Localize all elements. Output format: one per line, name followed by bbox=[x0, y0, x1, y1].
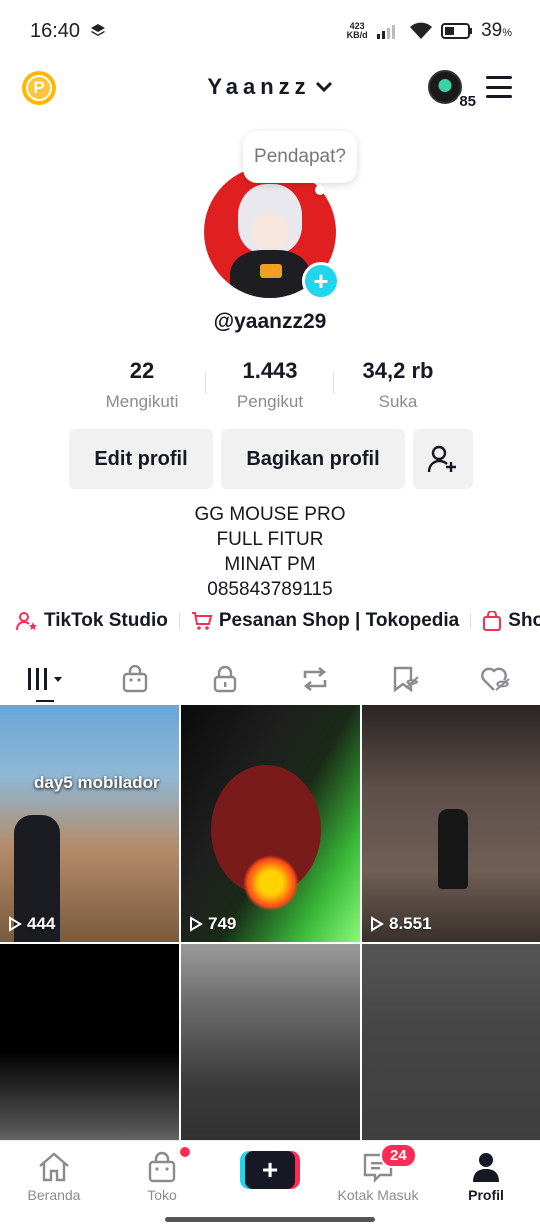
nav-shop[interactable]: Toko bbox=[112, 1149, 212, 1203]
saved-icon bbox=[393, 666, 419, 693]
profile-icon bbox=[473, 1153, 499, 1182]
create-button[interactable]: + bbox=[240, 1151, 300, 1189]
wifi-icon bbox=[410, 22, 433, 39]
quick-links: TikTok Studio Pesanan Shop | Tokopedia S… bbox=[16, 610, 540, 632]
edit-profile-button[interactable]: Edit profil bbox=[69, 429, 213, 489]
view-count: 8.551 bbox=[370, 914, 432, 934]
friends-avatar-button[interactable]: 85 bbox=[428, 70, 478, 110]
shop-bag-icon bbox=[122, 665, 148, 693]
stat-followers[interactable]: 1.443 Pengikut bbox=[206, 358, 334, 412]
home-icon bbox=[39, 1152, 69, 1182]
bio: GG MOUSE PRO FULL FITUR MINAT PM 0858437… bbox=[194, 504, 346, 600]
shop-notification-dot bbox=[180, 1147, 190, 1157]
status-time: 16:40 bbox=[30, 19, 81, 42]
liked-icon bbox=[481, 667, 510, 691]
view-count: 444 bbox=[8, 914, 55, 934]
add-person-icon bbox=[427, 445, 456, 473]
nav-home[interactable]: Beranda bbox=[4, 1149, 104, 1203]
status-bar: 16:40 423 KB/d 39% bbox=[0, 0, 540, 62]
tab-liked[interactable] bbox=[450, 656, 540, 702]
profile-actions: Edit profil Bagikan profil bbox=[69, 429, 473, 489]
repost-icon bbox=[303, 666, 327, 692]
video-thumbnail[interactable]: 8.551 bbox=[362, 705, 540, 942]
add-friend-button[interactable] bbox=[413, 429, 473, 489]
tab-shop[interactable] bbox=[90, 656, 180, 702]
menu-icon[interactable] bbox=[486, 76, 512, 98]
play-icon bbox=[371, 916, 384, 932]
tab-saved[interactable] bbox=[360, 656, 450, 702]
video-thumbnail[interactable]: 749 bbox=[181, 705, 360, 942]
person-star-icon bbox=[16, 612, 37, 631]
shop-orders-link[interactable]: Pesanan Shop | Tokopedia bbox=[191, 610, 459, 632]
cart-icon bbox=[191, 612, 213, 630]
tiktok-studio-link[interactable]: TikTok Studio bbox=[16, 610, 168, 632]
lock-icon bbox=[213, 665, 237, 693]
shop-icon bbox=[148, 1151, 176, 1183]
layers-icon bbox=[91, 24, 106, 36]
friends-count: 85 bbox=[457, 93, 478, 110]
bag-icon bbox=[483, 611, 502, 631]
play-icon bbox=[190, 916, 203, 932]
net-speed: 423 KB/d bbox=[346, 21, 368, 40]
home-indicator[interactable] bbox=[165, 1217, 375, 1222]
signal-icon bbox=[377, 25, 396, 39]
nav-profile[interactable]: Profil bbox=[436, 1149, 536, 1203]
video-grid: day5 mobilador 444 749 8.551 bbox=[0, 705, 540, 1181]
stat-likes[interactable]: 34,2 rb Suka bbox=[334, 358, 462, 412]
chevron-down-icon bbox=[315, 81, 332, 93]
shop-link[interactable]: Sho bbox=[482, 610, 540, 632]
profile-stats: 22 Mengikuti 1.443 Pengikut 34,2 rb Suka bbox=[0, 358, 540, 412]
tab-videos[interactable] bbox=[0, 656, 90, 702]
top-nav: P Yaanzz 85 bbox=[0, 62, 540, 116]
tab-private[interactable] bbox=[180, 656, 270, 702]
tab-reposts[interactable] bbox=[270, 656, 360, 702]
add-avatar-button[interactable]: + bbox=[302, 262, 340, 300]
video-caption-overlay: day5 mobilador bbox=[34, 773, 160, 792]
battery-icon bbox=[441, 23, 473, 39]
account-name: Yaanzz bbox=[207, 74, 311, 99]
content-tabs bbox=[0, 656, 540, 702]
videos-grid-icon bbox=[28, 668, 62, 690]
stat-following[interactable]: 22 Mengikuti bbox=[78, 358, 206, 412]
share-profile-button[interactable]: Bagikan profil bbox=[221, 429, 405, 489]
plus-icon: + bbox=[245, 1151, 295, 1189]
view-count: 749 bbox=[189, 914, 236, 934]
video-thumbnail[interactable]: day5 mobilador 444 bbox=[0, 705, 179, 942]
inbox-badge: 24 bbox=[380, 1143, 417, 1168]
play-icon bbox=[9, 916, 22, 932]
thought-bubble[interactable]: Pendapat? bbox=[243, 131, 357, 195]
username: @yaanzz29 bbox=[213, 310, 327, 333]
battery-percent: 39% bbox=[481, 20, 512, 41]
